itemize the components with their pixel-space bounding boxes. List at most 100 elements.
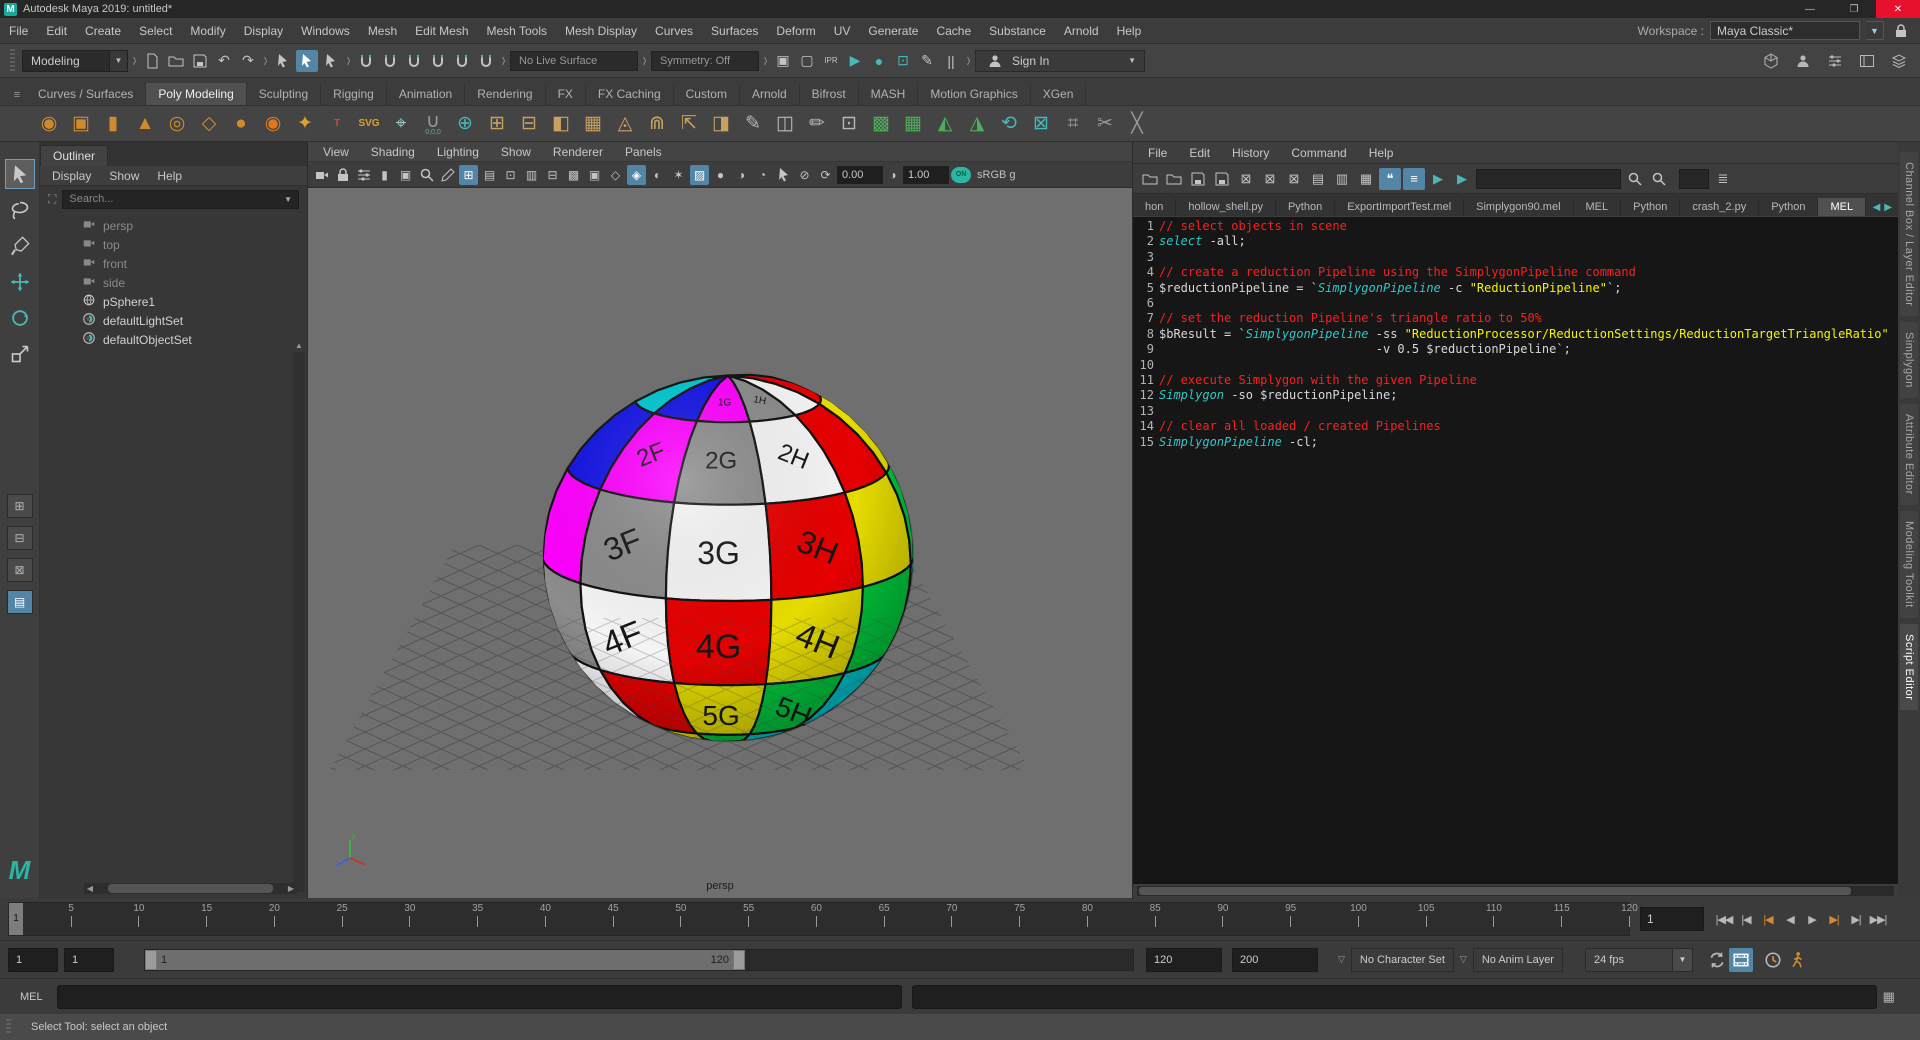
hypershade-icon[interactable]: ✎ — [916, 50, 938, 72]
poly-disc-icon[interactable]: ● — [226, 109, 256, 139]
gate-mask-icon[interactable]: ▥ — [522, 165, 541, 185]
fps-caret[interactable]: ▼ — [1672, 949, 1692, 971]
exposure-icon[interactable]: ⟳ — [816, 165, 835, 185]
menu-arnold[interactable]: Arnold — [1055, 24, 1108, 38]
use-all-lights-icon[interactable]: ✶ — [669, 165, 688, 185]
shelf-tab-curves-surfaces[interactable]: Curves / Surfaces — [26, 83, 146, 105]
ipr-render-icon[interactable]: IPR — [820, 50, 842, 72]
menu-panels[interactable]: Panels — [616, 145, 671, 159]
command-language-label[interactable]: MEL — [0, 991, 57, 1003]
default-material-icon[interactable]: ◇ — [606, 165, 625, 185]
menu-help[interactable]: Help — [1108, 24, 1151, 38]
maximize-button[interactable]: ❐ — [1832, 0, 1876, 18]
extrude-icon[interactable]: ⇱ — [674, 109, 704, 139]
animation-preferences-icon[interactable] — [1761, 948, 1785, 972]
panel-toggle-icon[interactable] — [1856, 50, 1878, 72]
shelf-tab-motion-graphics[interactable]: Motion Graphics — [918, 83, 1030, 105]
menu-set-caret[interactable]: ▼ — [109, 51, 127, 71]
pause-viewport-icon[interactable]: || — [940, 50, 962, 72]
script-tab-python-2[interactable]: Python — [1276, 198, 1335, 216]
script-tab-exportimporttest-mel-3[interactable]: ExportImportTest.mel — [1335, 198, 1464, 216]
menu-view[interactable]: View — [314, 145, 358, 159]
shaded-display-icon[interactable]: ◈ — [627, 165, 646, 185]
group-separator[interactable] — [500, 50, 507, 72]
source-script-icon[interactable] — [1163, 168, 1185, 190]
workspace-caret[interactable]: ▼ — [1866, 21, 1884, 40]
poly-sphere-icon[interactable]: ◉ — [34, 109, 64, 139]
sign-in-caret[interactable]: ▼ — [1128, 56, 1136, 65]
paint-select-tool[interactable] — [6, 232, 34, 260]
resolution-gate-icon[interactable]: ⊡ — [501, 165, 520, 185]
shelf-tab-animation[interactable]: Animation — [387, 83, 465, 105]
wireframe-on-shaded-icon[interactable]: ▨ — [690, 165, 709, 185]
image-plane-icon[interactable]: ▣ — [396, 165, 415, 185]
side-tab-channel-box-layer-editor[interactable]: Channel Box / Layer Editor — [1900, 152, 1918, 316]
zoom-select-icon[interactable]: ⌖ — [386, 109, 416, 139]
exposure-field[interactable]: 0.00 — [837, 166, 883, 184]
remesh-icon[interactable]: ▩ — [866, 109, 896, 139]
menu-mesh-display[interactable]: Mesh Display — [556, 24, 646, 38]
save-script-icon[interactable] — [1187, 168, 1209, 190]
menu-show[interactable]: Show — [109, 169, 139, 183]
retopologize-icon[interactable]: ▦ — [898, 109, 928, 139]
outliner-vscrollbar[interactable]: ▲ — [293, 352, 305, 892]
current-frame-marker[interactable]: 1 — [9, 903, 23, 935]
sign-in-button[interactable]: Sign In ▼ — [975, 50, 1145, 72]
editors-icon[interactable] — [1824, 50, 1846, 72]
render-view-icon[interactable]: ▣ — [772, 50, 794, 72]
echo-commands-icon[interactable]: ❝ — [1379, 168, 1401, 190]
step-forward-frame-button[interactable]: ▶| — [1824, 907, 1844, 931]
fill-icon[interactable]: ▣ — [585, 165, 604, 185]
execute-all-icon[interactable]: ▶ — [1451, 168, 1473, 190]
step-back-frame-button[interactable]: |◀ — [1758, 907, 1778, 931]
smooth-icon[interactable]: ▦ — [578, 109, 608, 139]
sculpt-lift-icon[interactable]: ◭ — [930, 109, 960, 139]
poly-plane-icon[interactable]: ◇ — [194, 109, 224, 139]
menu-mesh[interactable]: Mesh — [359, 24, 406, 38]
select-hierarchy-icon[interactable] — [272, 50, 294, 72]
select-tool[interactable] — [6, 160, 34, 188]
menu-select[interactable]: Select — [130, 24, 181, 38]
menu-history[interactable]: History — [1223, 146, 1278, 160]
xray-icon[interactable]: ⊘ — [795, 165, 814, 185]
layout-two-pane[interactable]: ⊠ — [7, 558, 33, 582]
scale-tool[interactable] — [6, 340, 34, 368]
group-separator[interactable] — [345, 50, 352, 72]
type-tool-icon[interactable]: T — [322, 109, 352, 139]
clear-input-icon[interactable]: ⊠ — [1259, 168, 1281, 190]
symmetry-field[interactable]: Symmetry: Off — [651, 51, 759, 71]
shelf-tab-rigging[interactable]: Rigging — [321, 83, 387, 105]
shelf-tab-xgen[interactable]: XGen — [1031, 83, 1087, 105]
isolate-select-icon[interactable] — [774, 165, 793, 185]
group-separator[interactable] — [762, 50, 769, 72]
pose-editor-icon[interactable] — [1792, 50, 1814, 72]
menu-help[interactable]: Help — [1360, 146, 1403, 160]
grid-toggle-icon[interactable]: ⊞ — [459, 165, 478, 185]
script-tab-hollow-shell-py-1[interactable]: hollow_shell.py — [1176, 198, 1276, 216]
snap-curve-icon[interactable] — [379, 50, 401, 72]
outliner-item-top[interactable]: top — [40, 235, 307, 254]
cut-x-icon[interactable]: ╳ — [1122, 109, 1152, 139]
snap-grid-icon[interactable] — [355, 50, 377, 72]
menu-help[interactable]: Help — [157, 169, 182, 183]
poly-cone-icon[interactable]: ▲ — [130, 109, 160, 139]
search-down-icon[interactable] — [1624, 168, 1646, 190]
outliner-hscrollbar[interactable]: ◀▶ — [84, 883, 297, 894]
outliner-tab[interactable]: Outliner — [40, 145, 108, 166]
insert-edge-loop-icon[interactable]: ◫ — [770, 109, 800, 139]
shelf-tab-poly-modeling[interactable]: Poly Modeling — [146, 83, 246, 105]
layout-four-pane[interactable]: ⊟ — [7, 526, 33, 550]
go-to-end-button[interactable]: ▶▶| — [1868, 907, 1888, 931]
combine-icon[interactable]: ⊞ — [482, 109, 512, 139]
bevel-icon[interactable]: ◬ — [610, 109, 640, 139]
menu-curves[interactable]: Curves — [646, 24, 702, 38]
outliner-item-side[interactable]: side — [40, 273, 307, 292]
shelf-tab-bifrost[interactable]: Bifrost — [800, 83, 859, 105]
layout-single-pane[interactable]: ⊞ — [7, 494, 33, 518]
side-tab-script-editor[interactable]: Script Editor — [1900, 624, 1918, 710]
loop-tool-icon[interactable]: ⟲ — [994, 109, 1024, 139]
new-scene-icon[interactable] — [141, 50, 163, 72]
target-weld-icon[interactable]: ⊡ — [834, 109, 864, 139]
step-back-key-button[interactable]: |◀ — [1736, 907, 1756, 931]
make-live-icon[interactable] — [475, 50, 497, 72]
